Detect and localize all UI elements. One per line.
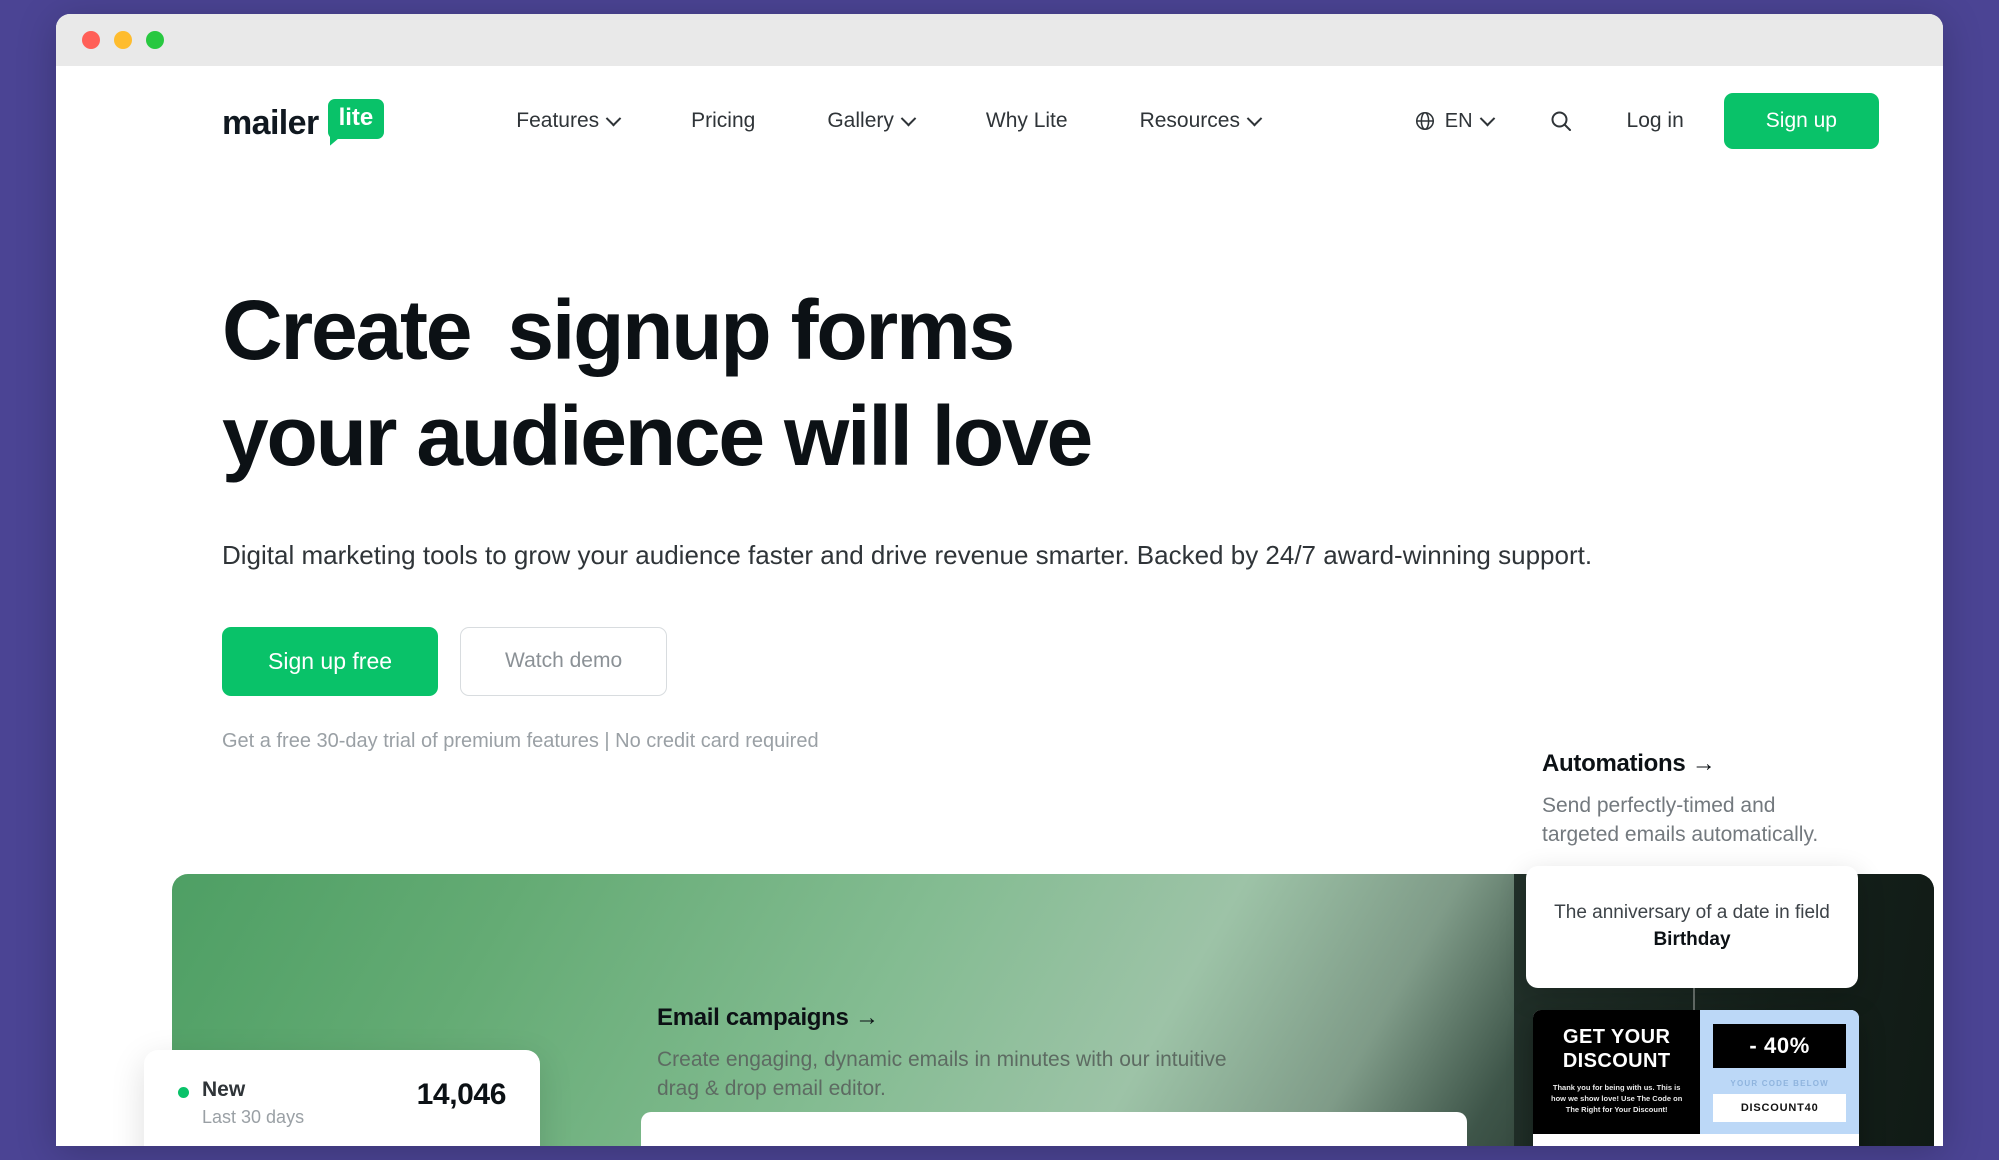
automations-feature: Automations → Send perfectly-timed and t… <box>1542 750 1852 850</box>
email-hero-right: - 40% YOUR CODE BELOW DISCOUNT40 <box>1700 1010 1859 1134</box>
nav-item-label: Gallery <box>827 109 894 132</box>
tooltip-text: The anniversary of a date in field <box>1554 902 1830 923</box>
stat-label: New <box>202 1078 246 1101</box>
headline-part-plain: Create <box>222 283 472 377</box>
newsletter-preview-mockup: mag <box>641 1112 1467 1146</box>
discount-badge: - 40% <box>1713 1024 1846 1068</box>
close-icon[interactable] <box>82 31 100 49</box>
search-icon <box>1551 111 1571 131</box>
language-selector[interactable]: EN <box>1414 110 1523 133</box>
hero-subheading: Digital marketing tools to grow your aud… <box>222 539 1593 570</box>
logo-wordmark: mailer <box>222 104 319 142</box>
discount-email-mockup: GET YOUR DISCOUNT Thank you for being wi… <box>1533 1010 1859 1146</box>
stat-value: 14,046 <box>416 1078 507 1111</box>
email-body-text: Thank you for being with us. This is how… <box>1551 1083 1683 1114</box>
code-label: YOUR CODE BELOW <box>1730 1079 1829 1088</box>
browser-window: mailer lite Features Pricing Gallery Why… <box>56 14 1943 1146</box>
email-campaigns-link[interactable]: Email campaigns → <box>657 1004 1257 1032</box>
maximize-icon[interactable] <box>146 31 164 49</box>
email-articles-section: LATEST ARTICLES We hand-picked latest ne… <box>1533 1134 1859 1146</box>
mailerlite-logo[interactable]: mailer lite <box>222 99 385 143</box>
language-label: EN <box>1444 109 1473 132</box>
chevron-down-icon <box>1246 110 1263 126</box>
nav-item-label: Why Lite <box>985 109 1068 132</box>
login-link[interactable]: Log in <box>1599 109 1712 133</box>
globe-icon <box>1415 111 1434 131</box>
stat-row: New Last 30 days 14,046 <box>144 1050 540 1146</box>
watch-demo-button[interactable]: Watch demo <box>460 626 668 696</box>
tooltip-field-name: Birthday <box>1653 928 1731 950</box>
chevron-down-icon <box>605 110 622 126</box>
page-title: Create signup forms <box>222 278 1943 396</box>
stat-period: Last 30 days <box>202 1107 305 1127</box>
email-campaigns-feature: Email campaigns → Create engaging, dynam… <box>657 1004 1257 1104</box>
search-button[interactable] <box>1523 109 1599 133</box>
nav-item-features[interactable]: Features <box>480 109 655 133</box>
mag-logo: mag <box>641 1112 1467 1146</box>
nav-item-gallery[interactable]: Gallery <box>791 109 950 133</box>
email-heading: GET YOUR DISCOUNT <box>1562 1026 1671 1072</box>
hero-cta-row: Sign up free Watch demo <box>222 626 1943 696</box>
hero-section: Create signup forms your audience will l… <box>56 176 1943 753</box>
nav-item-label: Features <box>516 109 600 132</box>
subscriber-stats-card: New Last 30 days 14,046 Unsubscribed <box>144 1050 540 1146</box>
automations-description: Send perfectly-timed and targeted emails… <box>1542 794 1819 846</box>
signup-button[interactable]: Sign up <box>1723 93 1879 149</box>
birthday-tooltip: The anniversary of a date in field Birth… <box>1526 866 1858 988</box>
email-hero-left: GET YOUR DISCOUNT Thank you for being wi… <box>1533 1010 1701 1134</box>
nav-item-why-lite[interactable]: Why Lite <box>950 109 1104 133</box>
status-dot-icon <box>178 1087 189 1098</box>
signup-free-button[interactable]: Sign up free <box>222 626 439 696</box>
nav-item-label: Pricing <box>691 109 756 132</box>
email-campaigns-description: Create engaging, dynamic emails in minut… <box>657 1048 1227 1100</box>
page-content: mailer lite Features Pricing Gallery Why… <box>56 66 1943 1146</box>
logo-badge: lite <box>327 99 385 139</box>
nav-item-resources[interactable]: Resources <box>1104 109 1296 133</box>
page-title-line2: your audience will love <box>222 388 1093 483</box>
headline-highlight: signup forms <box>491 278 1029 396</box>
chevron-down-icon <box>1479 110 1495 126</box>
email-hero-row: GET YOUR DISCOUNT Thank you for being wi… <box>1533 1010 1859 1134</box>
nav-item-pricing[interactable]: Pricing <box>655 109 791 133</box>
main-navigation: mailer lite Features Pricing Gallery Why… <box>56 66 1943 176</box>
nav-actions: EN Log in Sign up <box>1414 93 1879 149</box>
browser-titlebar <box>56 14 1943 66</box>
discount-code: DISCOUNT40 <box>1713 1094 1846 1122</box>
chevron-down-icon <box>900 110 917 126</box>
nav-item-label: Resources <box>1139 109 1240 132</box>
minimize-icon[interactable] <box>114 31 132 49</box>
nav-links: Features Pricing Gallery Why Lite Resour… <box>480 109 1296 133</box>
automations-link[interactable]: Automations → <box>1542 750 1852 778</box>
